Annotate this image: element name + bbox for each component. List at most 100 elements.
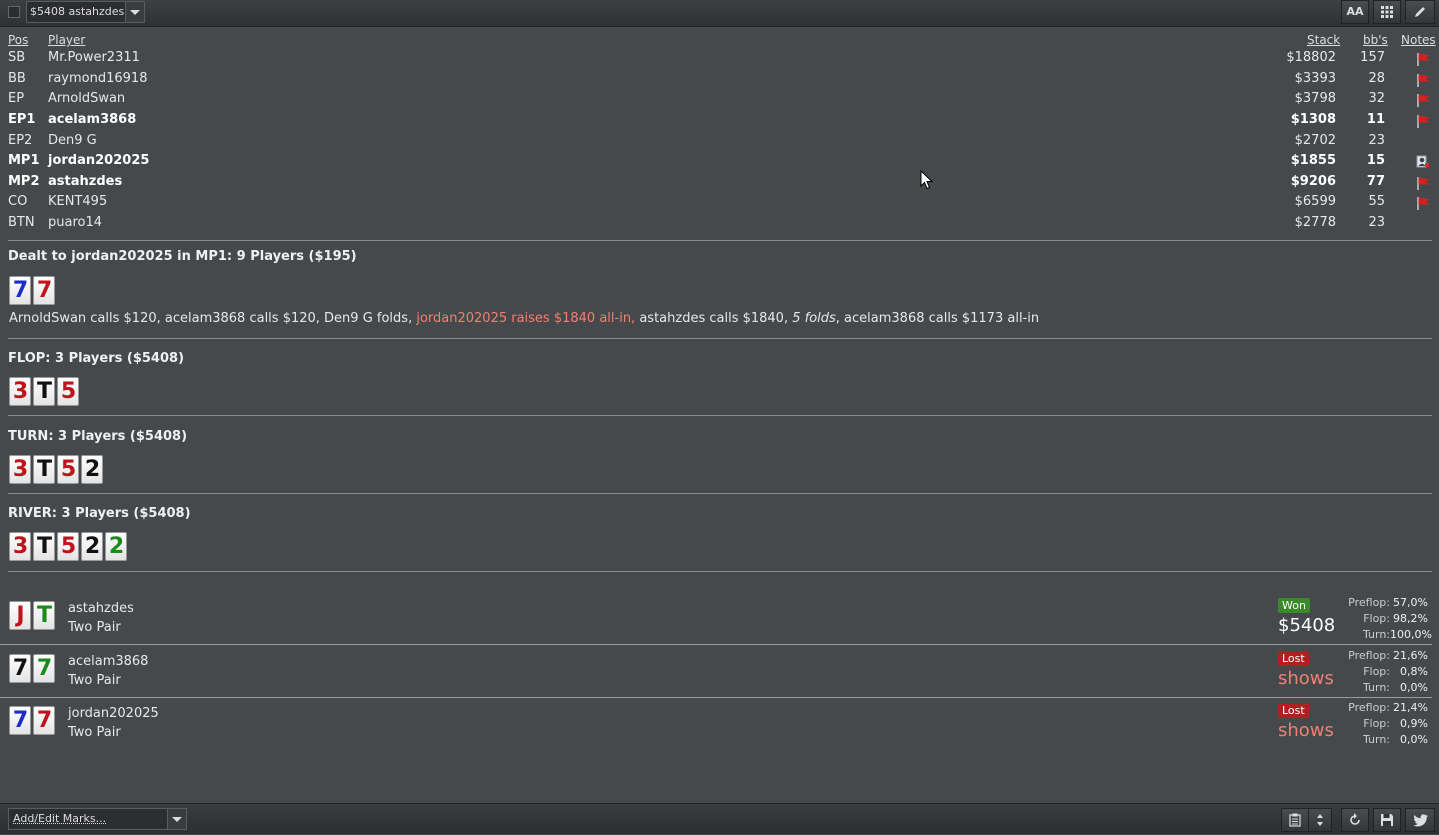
equity-value: 21,6% (1393, 649, 1428, 662)
player-position: MP2 (8, 174, 40, 189)
note-flag-icon[interactable] (1416, 114, 1430, 128)
result-amount: shows (1278, 720, 1334, 741)
player-stack: $1308 (1290, 112, 1336, 127)
save-button[interactable] (1373, 808, 1401, 832)
playing-card: 7 (9, 706, 31, 735)
result-amount: $5408 (1278, 615, 1336, 636)
player-row[interactable]: BB raymond16918 $3393 28 (0, 71, 1439, 91)
save-icon (1381, 814, 1393, 826)
preflop-title: Dealt to jordan202025 in MP1: 9 Players … (8, 249, 357, 264)
equity-street: Flop: (1363, 665, 1390, 678)
equity-value: 0,0% (1400, 681, 1428, 694)
action-text: astahzdes calls $1840, (635, 311, 793, 326)
note-flag-icon[interactable] (1416, 93, 1430, 107)
hero-note-icon[interactable] (1416, 155, 1430, 169)
note-flag-icon[interactable] (1416, 52, 1430, 66)
showdown-hand-rank: Two Pair (68, 620, 121, 635)
showdown-player-name[interactable]: astahzdes (68, 601, 134, 616)
player-position: MP1 (8, 153, 40, 168)
player-row[interactable]: SB Mr.Power2311 $18802 157 (0, 50, 1439, 70)
select-checkbox[interactable] (8, 6, 20, 18)
player-position: BTN (8, 215, 35, 230)
river-cards: 3T522 (9, 532, 127, 562)
player-position: CO (8, 194, 28, 209)
player-name[interactable]: KENT495 (48, 194, 107, 209)
col-player-header[interactable]: Player (48, 33, 85, 47)
player-row[interactable]: EP1 acelam3868 $1308 11 (0, 112, 1439, 132)
col-stack-header[interactable]: Stack (1307, 33, 1340, 47)
note-flag-icon[interactable] (1416, 73, 1430, 87)
player-name[interactable]: raymond16918 (48, 71, 147, 86)
player-stack: $2702 (1294, 133, 1336, 148)
sort-button[interactable] (1308, 808, 1332, 832)
showdown-row: 7 7 jordan202025 Two Pair Lost shows Preflop: 2… (0, 698, 1439, 750)
player-bbs: 15 (1366, 153, 1385, 168)
chevron-down-icon[interactable] (167, 809, 186, 829)
player-name[interactable]: Mr.Power2311 (48, 50, 140, 65)
player-name[interactable]: jordan202025 (48, 153, 149, 168)
player-position: EP (8, 91, 25, 106)
showdown-hand-rank: Two Pair (68, 725, 121, 740)
equity-street: Turn: (1362, 628, 1390, 641)
equity-row: Turn: 100,0% (1328, 627, 1432, 643)
note-flag-icon[interactable] (1416, 176, 1430, 190)
equity-row: Turn: 0,0% (1328, 732, 1428, 748)
clipboard-button[interactable] (1281, 808, 1309, 832)
player-row[interactable]: MP2 astahzdes $9206 77 (0, 174, 1439, 194)
grid-button[interactable] (1373, 0, 1401, 24)
player-name[interactable]: astahzdes (48, 174, 122, 189)
playing-card: 7 (33, 706, 55, 735)
player-row[interactable]: EP ArnoldSwan $3798 32 (0, 91, 1439, 111)
equity-value: 21,4% (1393, 701, 1428, 714)
showdown-hand-rank: Two Pair (68, 673, 121, 688)
chevron-down-icon[interactable] (125, 2, 144, 22)
player-row[interactable]: EP2 Den9 G $2702 23 (0, 133, 1439, 153)
top-toolbar: $5408 astahzdes AA (0, 0, 1439, 27)
player-position: SB (8, 50, 26, 65)
refresh-button[interactable] (1341, 808, 1369, 832)
playing-card: T (33, 377, 55, 406)
player-name[interactable]: acelam3868 (48, 112, 136, 127)
player-row[interactable]: BTN puaro14 $2778 23 (0, 215, 1439, 235)
twitter-button[interactable] (1405, 808, 1435, 832)
equity-row: Flop: 0,9% (1328, 716, 1428, 732)
clipboard-icon (1289, 813, 1301, 827)
equity-street: Preflop: (1348, 701, 1390, 714)
playing-card: J (9, 601, 31, 630)
equity-street: Preflop: (1348, 649, 1390, 662)
player-name[interactable]: Den9 G (48, 133, 97, 148)
showdown-hole-cards: 77 (9, 706, 55, 735)
hand-select-dropdown[interactable]: $5408 astahzdes (26, 1, 145, 23)
showdown-player-name[interactable]: jordan202025 (68, 706, 159, 721)
showdown-player-name[interactable]: acelam3868 (68, 654, 148, 669)
col-pos-header[interactable]: Pos (8, 33, 28, 47)
equity-value: 100,0% (1390, 628, 1432, 641)
player-name[interactable]: puaro14 (48, 215, 102, 230)
player-row[interactable]: MP1 jordan202025 $1855 15 (0, 153, 1439, 173)
equity-table: Preflop: 21,4% Flop: 0,9% Turn: 0,0% (1328, 700, 1428, 748)
col-notes-header[interactable]: Notes (1401, 33, 1436, 47)
player-stack: $18802 (1286, 50, 1336, 65)
col-bbs-header[interactable]: bb's (1363, 33, 1388, 47)
playing-card: 7 (9, 276, 31, 305)
hole-cards: 77 (9, 276, 55, 306)
font-size-button[interactable]: AA (1341, 0, 1369, 24)
marks-dropdown[interactable]: Add/Edit Marks... (8, 808, 187, 830)
note-flag-icon[interactable] (1416, 196, 1430, 210)
equity-value: 57,0% (1393, 596, 1428, 609)
equity-row: Flop: 0,8% (1328, 664, 1428, 680)
player-name[interactable]: ArnoldSwan (48, 91, 125, 106)
playing-card: 2 (81, 455, 103, 484)
player-row[interactable]: CO KENT495 $6599 55 (0, 194, 1439, 214)
grid-icon (1381, 6, 1393, 18)
player-bbs: 11 (1366, 112, 1385, 127)
action-text: jordan202025 raises $1840 all-in, (416, 311, 636, 326)
edit-button[interactable] (1405, 0, 1435, 24)
equity-street: Flop: (1363, 717, 1390, 730)
equity-street: Turn: (1362, 733, 1390, 746)
player-stack: $3798 (1294, 91, 1336, 106)
equity-value: 0,0% (1400, 733, 1428, 746)
hand-select-value: $5408 astahzdes (30, 5, 125, 18)
player-stack: $9206 (1290, 174, 1336, 189)
showdown-row: J Tastahzdes Two Pair Won $5408 Preflop: 57,0%… (0, 593, 1439, 645)
